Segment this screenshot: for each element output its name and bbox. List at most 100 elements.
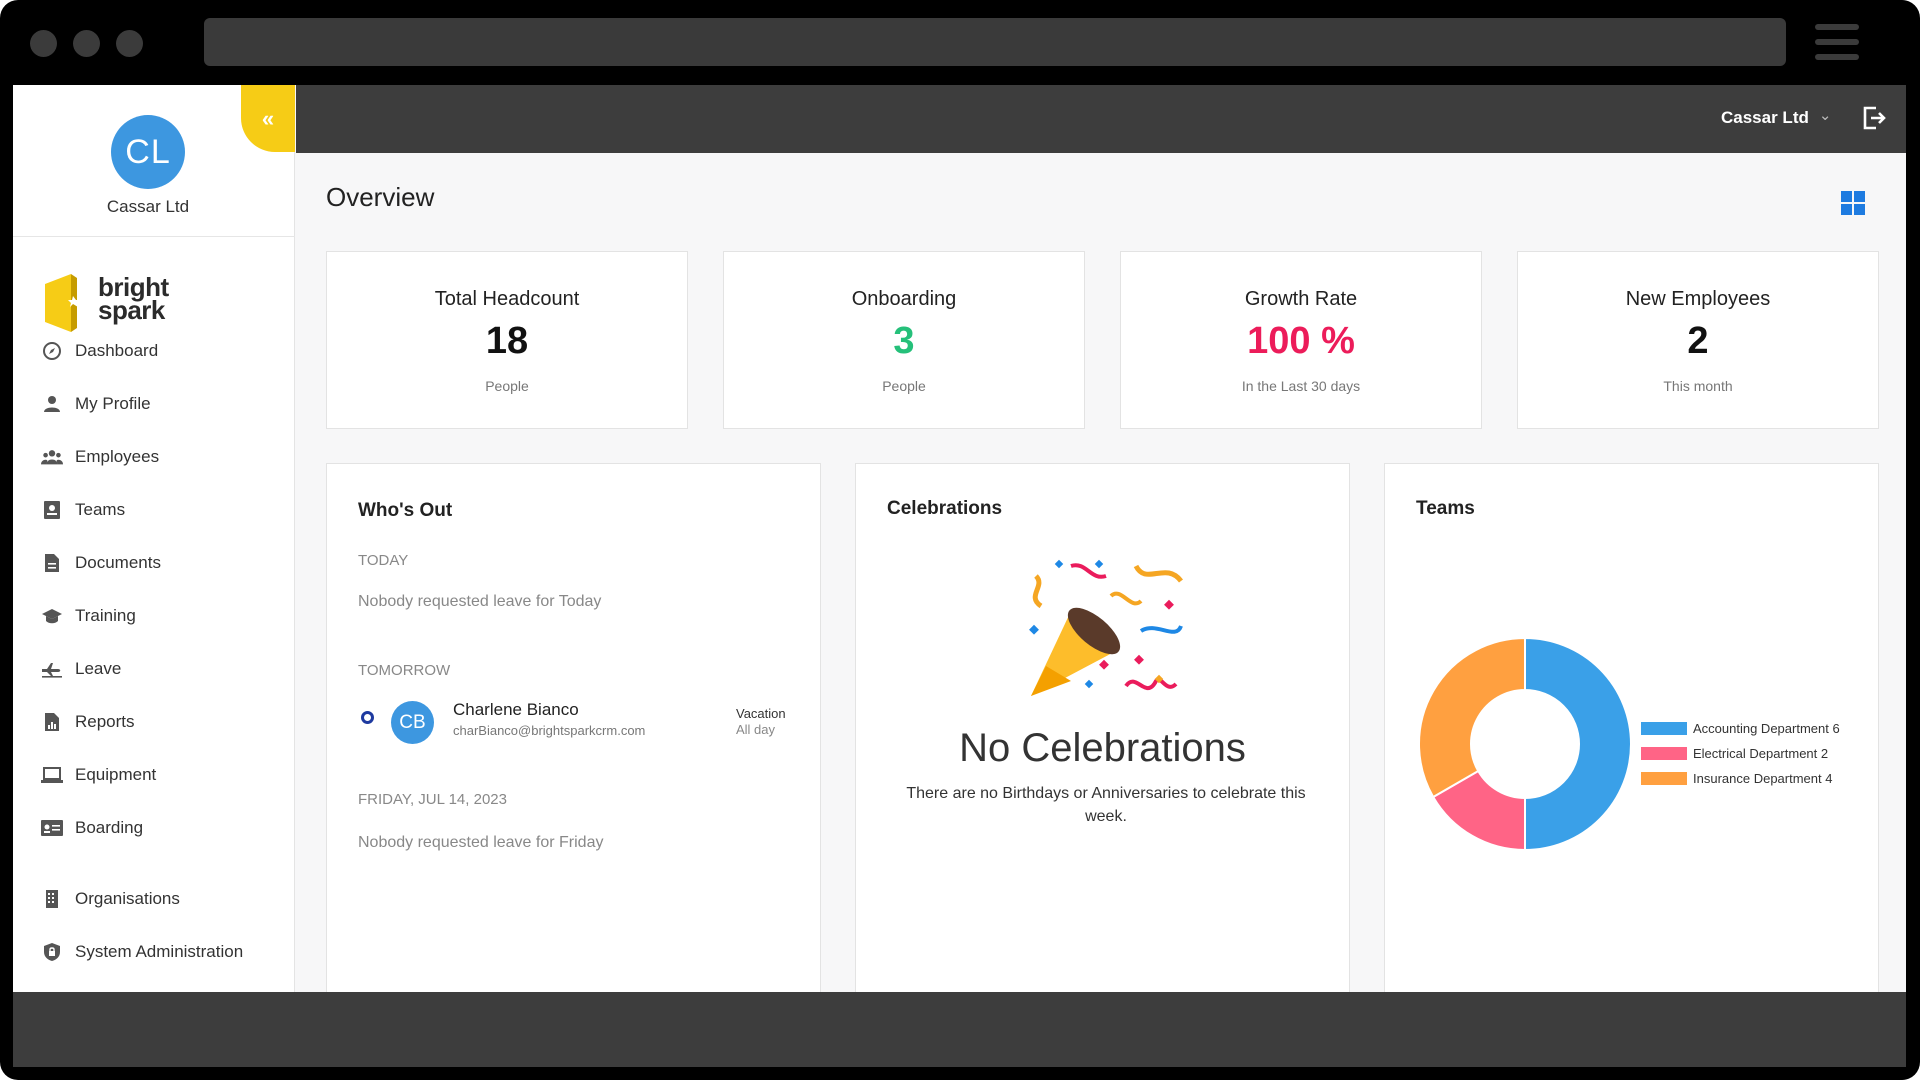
browser-menu-icon[interactable] bbox=[1815, 24, 1859, 60]
sidebar-item-organisations[interactable]: Organisations bbox=[13, 879, 295, 919]
employee-avatar[interactable]: CB bbox=[391, 701, 434, 744]
page-title: Overview bbox=[326, 182, 435, 212]
teams-panel: Teams Accounting Department 6 Electrical … bbox=[1384, 463, 1879, 992]
legend-item[interactable]: Accounting Department 6 bbox=[1641, 716, 1853, 741]
leave-duration: All day bbox=[736, 722, 776, 737]
stat-card-total-headcount[interactable]: Total Headcount 18 People bbox=[326, 251, 688, 429]
legend-label: Electrical Department 2 bbox=[1693, 746, 1829, 761]
sidebar-item-label: Reports bbox=[75, 712, 135, 731]
company-switcher[interactable]: Cassar Ltd ⌄ bbox=[1721, 107, 1832, 128]
bottom-bar bbox=[13, 992, 1906, 1067]
legend-label: Accounting Department 6 bbox=[1693, 721, 1840, 736]
stat-title: Total Headcount bbox=[434, 288, 580, 310]
whos-out-panel: Who's Out TODAY Nobody requested leave f… bbox=[326, 463, 821, 992]
app-area: CL Cassar Ltd bright spark Dashboard My … bbox=[13, 85, 1906, 992]
logout-icon[interactable] bbox=[1862, 105, 1886, 131]
teams-chart-legend: Accounting Department 6 Electrical Depart… bbox=[1641, 716, 1853, 791]
sidebar-item-boarding[interactable]: Boarding bbox=[13, 808, 295, 848]
stat-card-onboarding[interactable]: Onboarding 3 People bbox=[723, 251, 1085, 429]
section-friday: FRIDAY, JUL 14, 2023 bbox=[358, 791, 507, 808]
celebrations-panel: Celebrations No Celebrations There are n… bbox=[855, 463, 1350, 992]
legend-label: Insurance Department 4 bbox=[1693, 771, 1833, 786]
section-tomorrow: TOMORROW bbox=[358, 662, 451, 679]
stat-subtitle: In the Last 30 days bbox=[1241, 378, 1361, 394]
address-bar[interactable] bbox=[204, 18, 1786, 66]
stat-subtitle: People bbox=[485, 378, 529, 394]
chevron-down-icon: ⌄ bbox=[1818, 107, 1832, 124]
stat-card-growth-rate[interactable]: Growth Rate 100 % In the Last 30 days bbox=[1120, 251, 1482, 429]
sidebar-item-label: Teams bbox=[75, 500, 126, 519]
plane-icon bbox=[41, 658, 63, 680]
user-icon bbox=[41, 393, 63, 415]
sidebar-item-label: Dashboard bbox=[75, 341, 159, 360]
stat-title: New Employees bbox=[1625, 288, 1771, 310]
status-dot-icon bbox=[361, 711, 374, 724]
logo-text: bright spark bbox=[98, 272, 169, 325]
donut-slice[interactable] bbox=[1418, 636, 1526, 799]
sidebar-item-label: Employees bbox=[75, 447, 160, 466]
sidebar-item-leave[interactable]: Leave bbox=[13, 649, 295, 689]
party-popper-icon bbox=[1029, 559, 1183, 696]
stat-value: 2 bbox=[1687, 320, 1709, 362]
brightspark-logo: bright spark bbox=[43, 270, 193, 340]
sidebar-item-system-administration[interactable]: System Administration bbox=[13, 932, 295, 972]
sidebar-item-documents[interactable]: Documents bbox=[13, 543, 295, 583]
legend-swatch bbox=[1641, 772, 1687, 785]
panel-title: Who's Out bbox=[358, 500, 453, 521]
legend-swatch bbox=[1641, 722, 1687, 735]
sidebar-item-label: My Profile bbox=[75, 394, 151, 413]
report-icon bbox=[41, 711, 63, 733]
sidebar-item-label: Boarding bbox=[75, 818, 144, 837]
stat-title: Onboarding bbox=[851, 288, 957, 310]
sidebar-item-label: Training bbox=[75, 606, 136, 625]
no-celebrations-text: There are no Birthdays or Anniversaries … bbox=[906, 785, 1306, 825]
stat-card-new-employees[interactable]: New Employees 2 This month bbox=[1517, 251, 1879, 429]
sidebar-item-employees[interactable]: Employees bbox=[13, 437, 295, 477]
legend-item[interactable]: Insurance Department 4 bbox=[1641, 766, 1853, 791]
top-bar: Cassar Ltd ⌄ bbox=[296, 85, 1906, 153]
sidebar-item-dashboard[interactable]: Dashboard bbox=[13, 331, 295, 371]
company-switcher-label: Cassar Ltd bbox=[1721, 108, 1809, 127]
building-icon bbox=[41, 888, 63, 910]
sidebar-item-label: System Administration bbox=[75, 942, 244, 961]
donut-slice[interactable] bbox=[1524, 636, 1632, 852]
legend-swatch bbox=[1641, 747, 1687, 760]
leave-type: Vacation bbox=[736, 706, 786, 721]
sidebar-item-label: Leave bbox=[75, 659, 122, 678]
no-celebrations-heading: No Celebrations bbox=[959, 726, 1246, 770]
window-minimize-dot[interactable] bbox=[73, 30, 100, 57]
sidebar: CL Cassar Ltd bright spark Dashboard My … bbox=[13, 85, 295, 992]
friday-empty-message: Nobody requested leave for Friday bbox=[358, 834, 604, 851]
teams-donut-chart[interactable] bbox=[1415, 634, 1635, 854]
window-maximize-dot[interactable] bbox=[116, 30, 143, 57]
sidebar-item-my-profile[interactable]: My Profile bbox=[13, 384, 295, 424]
stat-subtitle: This month bbox=[1663, 378, 1733, 394]
employee-email: charBianco@brightsparkcrm.com bbox=[453, 723, 646, 738]
sidebar-item-label: Documents bbox=[75, 553, 161, 572]
org-avatar[interactable]: CL bbox=[111, 115, 185, 189]
sidebar-item-reports[interactable]: Reports bbox=[13, 702, 295, 742]
sidebar-item-label: Equipment bbox=[75, 765, 157, 784]
id-card-icon bbox=[41, 499, 63, 521]
users-icon bbox=[41, 446, 63, 468]
sidebar-item-equipment[interactable]: Equipment bbox=[13, 755, 295, 795]
employee-name[interactable]: Charlene Bianco bbox=[453, 700, 579, 720]
window-close-dot[interactable] bbox=[30, 30, 57, 57]
legend-item[interactable]: Electrical Department 2 bbox=[1641, 741, 1853, 766]
compass-icon bbox=[41, 340, 63, 362]
stat-subtitle: People bbox=[882, 378, 926, 394]
grid-view-icon[interactable] bbox=[1841, 191, 1865, 215]
section-today: TODAY bbox=[358, 552, 409, 569]
org-name: Cassar Ltd bbox=[106, 197, 190, 216]
today-empty-message: Nobody requested leave for Today bbox=[358, 593, 602, 610]
sidebar-item-label: Organisations bbox=[75, 889, 180, 908]
sidebar-item-teams[interactable]: Teams bbox=[13, 490, 295, 530]
panel-title: Celebrations bbox=[887, 498, 1003, 519]
stat-value: 3 bbox=[893, 320, 915, 362]
sidebar-item-training[interactable]: Training bbox=[13, 596, 295, 636]
document-icon bbox=[41, 552, 63, 574]
badge-icon bbox=[41, 817, 63, 839]
laptop-icon bbox=[41, 764, 63, 786]
stat-title: Growth Rate bbox=[1244, 288, 1358, 310]
shield-icon bbox=[41, 941, 63, 963]
